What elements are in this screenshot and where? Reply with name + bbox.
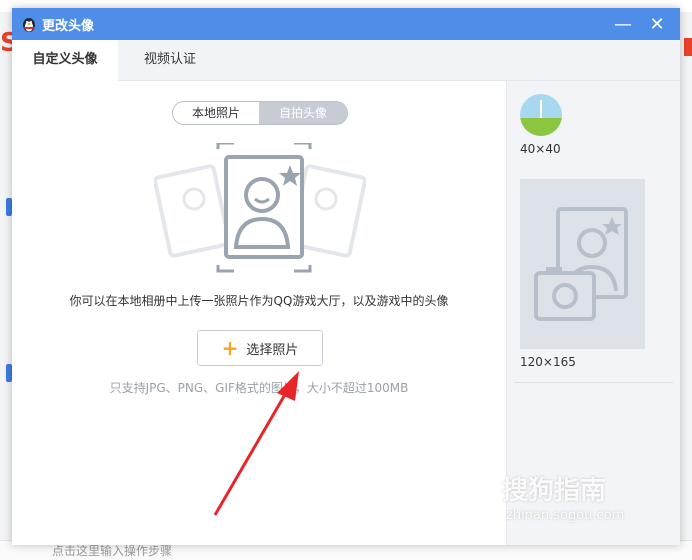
- avatar-preview-small: [520, 94, 562, 136]
- minimize-button[interactable]: —: [606, 8, 640, 40]
- large-size-label: 120×165: [520, 355, 576, 369]
- toggle-local-photo[interactable]: 本地照片: [173, 102, 259, 124]
- choose-photo-button[interactable]: + 选择照片: [197, 330, 323, 366]
- red-arrow-annotation: [213, 371, 299, 516]
- choose-photo-label: 选择照片: [246, 342, 299, 358]
- tab-bar: 自定义头像 视频认证: [12, 40, 680, 81]
- background-red-mark: [684, 38, 692, 56]
- toggle-selfie-avatar[interactable]: 自拍头像: [259, 102, 347, 124]
- upload-description: 你可以在本地相册中上传一张照片作为QQ游戏大厅，以及游戏中的头像: [69, 294, 449, 308]
- close-button[interactable]: ✕: [640, 8, 674, 40]
- photo-source-toggle: 本地照片 自拍头像: [172, 101, 348, 125]
- preview-panel: 40×40 120×165: [506, 81, 680, 545]
- small-size-label: 40×40: [520, 142, 561, 156]
- plus-icon: +: [221, 336, 239, 360]
- background-logo: S: [0, 28, 12, 58]
- dialog-title: 更改头像: [42, 19, 95, 34]
- preview-divider: [515, 382, 673, 383]
- photo-placeholder-illustration: [154, 143, 366, 273]
- tab-video-verify[interactable]: 视频认证: [122, 40, 218, 80]
- upload-panel: 本地照片 自拍头像 你可以在本地相册中上传一张照片作为QQ游戏大厅，以及游戏中的…: [12, 81, 506, 545]
- avatar-preview-large: [520, 179, 645, 349]
- qq-penguin-icon: [23, 18, 35, 32]
- dialog-titlebar: 更改头像 — ✕: [12, 8, 680, 40]
- camera-placeholder-icon: [534, 207, 628, 321]
- change-avatar-dialog: 更改头像 — ✕ 自定义头像 视频认证 本地照片 自拍头像 你可以在本地相册中上…: [12, 8, 680, 545]
- tab-custom-avatar[interactable]: 自定义头像: [12, 40, 118, 81]
